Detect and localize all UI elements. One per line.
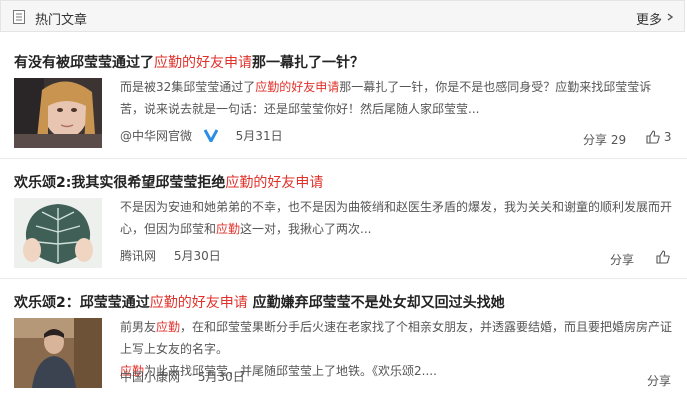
title-text[interactable]: 欢乐颂2：邱莹莹通过 — [14, 295, 150, 311]
share-button[interactable]: 分享 29 — [583, 131, 626, 148]
source-link[interactable]: 中国小康网 — [120, 370, 180, 384]
thumbnail-image — [14, 318, 102, 388]
share-button[interactable]: 分享 — [647, 372, 671, 389]
article-title[interactable]: 有没有被邱莹莹通过了应勤的好友申请那一幕扎了一针？ — [14, 52, 364, 72]
title-text[interactable]: 有没有被邱莹莹通过了 — [14, 55, 154, 71]
article-meta: @中华网官微 5月31日 — [120, 127, 283, 144]
thumbnail-image — [14, 198, 102, 268]
title-text[interactable]: 应勤嫌弃邱莹莹不是处女却又回过头找她 — [248, 295, 505, 311]
thumbs-up-icon — [646, 130, 660, 144]
source-link[interactable]: @中华网官微 — [120, 129, 192, 143]
article-thumbnail[interactable] — [14, 78, 102, 148]
title-text[interactable]: 那一幕扎了一针？ — [252, 55, 364, 71]
share-button[interactable]: 分享 — [610, 251, 634, 268]
divider — [0, 158, 687, 159]
chevron-right-icon[interactable] — [666, 13, 674, 21]
title-highlight[interactable]: 应勤的好友申请 — [225, 175, 323, 191]
verified-icon — [203, 129, 218, 142]
article-meta: 腾讯网 5月30日 — [120, 247, 221, 264]
article-title[interactable]: 欢乐颂2：邱莹莹通过应勤的好友申请 应勤嫌弃邱莹莹不是处女却又回过头找她 — [14, 292, 505, 312]
source-link[interactable]: 腾讯网 — [120, 249, 156, 263]
like-button[interactable] — [656, 250, 670, 264]
article-title[interactable]: 欢乐颂2:我其实很希望邱莹莹拒绝应勤的好友申请 — [14, 172, 323, 192]
title-text[interactable]: 欢乐颂2:我其实很希望邱莹莹拒绝 — [14, 175, 225, 191]
thumbnail-image — [14, 78, 102, 148]
title-highlight[interactable]: 应勤的好友申请 — [154, 55, 252, 71]
article-thumbnail[interactable] — [14, 318, 102, 388]
hot-articles-header: 热门文章 更多 — [0, 0, 685, 32]
article-date: 5月30日 — [197, 370, 245, 384]
article-date: 5月31日 — [235, 129, 283, 143]
thumbs-up-icon — [656, 250, 670, 264]
header-title: 热门文章 — [35, 13, 88, 28]
like-button[interactable]: 3 — [646, 130, 671, 144]
document-icon — [13, 10, 25, 24]
title-highlight[interactable]: 应勤的好友申请 — [150, 295, 248, 311]
more-link[interactable]: 更多 — [636, 9, 662, 28]
like-count: 3 — [663, 130, 672, 144]
divider — [0, 278, 687, 279]
article-thumbnail[interactable] — [14, 198, 102, 268]
article-meta: 中国小康网 5月30日 — [120, 368, 245, 385]
article-date: 5月30日 — [173, 249, 221, 263]
article-summary: 而是被32集邱莹莹通过了应勤的好友申请那一幕扎了一针，你是不是也感同身受？应勤来… — [120, 80, 652, 116]
article-summary: 不是因为安迪和她弟弟的不幸，也不是因为曲筱绡和赵医生矛盾的爆发，我为关关和谢童的… — [120, 200, 673, 236]
